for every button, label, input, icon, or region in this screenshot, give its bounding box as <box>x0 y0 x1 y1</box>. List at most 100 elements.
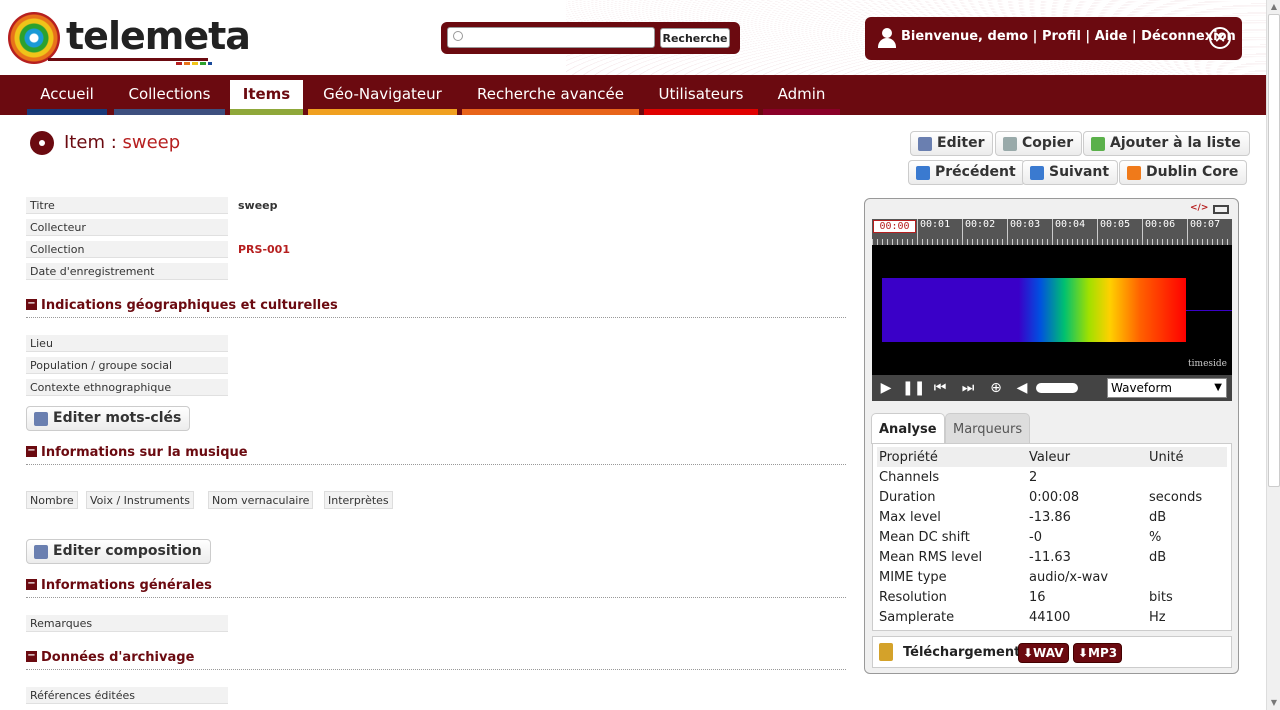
dublin-core-icon <box>1127 166 1141 180</box>
edit-icon <box>34 412 48 426</box>
logo[interactable]: telemeta <box>8 12 251 68</box>
forward-icon[interactable]: ⏭ <box>958 379 978 397</box>
user-box: Bienvenue, demo | Profil | Aide | Déconn… <box>865 17 1242 60</box>
scrollbar[interactable]: ▲ ▼ <box>1266 0 1280 710</box>
download-wav-button[interactable]: ⬇WAV <box>1018 643 1069 663</box>
table-row: Max level -13.86 dB <box>879 509 1167 525</box>
music-col-vernacular: Nom vernaculaire <box>208 491 314 509</box>
scroll-down-icon: ▼ <box>1270 698 1278 707</box>
view-select[interactable]: Waveform ▼ <box>1107 378 1227 398</box>
waveform-image <box>882 278 1186 342</box>
logo-disc-icon <box>8 12 60 64</box>
field-date-label: Date d'enregistrement <box>26 263 228 280</box>
header: telemeta Recherche Bienvenue, demo | Pro… <box>0 0 1266 75</box>
collapse-icon: − <box>26 445 37 457</box>
edit-composition-button[interactable]: Editer composition <box>26 539 211 564</box>
profile-link[interactable]: Profil <box>1042 29 1081 44</box>
nav-item-items[interactable]: Items <box>230 80 303 115</box>
table-row: Samplerate 44100 Hz <box>879 609 1166 625</box>
copy-button[interactable]: Copier <box>995 131 1083 156</box>
waveform-view[interactable]: timeside <box>872 245 1232 375</box>
nav-item-accueil[interactable]: Accueil <box>27 80 107 115</box>
page: telemeta Recherche Bienvenue, demo | Pro… <box>0 0 1280 710</box>
section-music[interactable]: − Informations sur la musique <box>26 445 846 465</box>
volume-slider[interactable] <box>1036 383 1078 393</box>
section-geo[interactable]: − Indications géographiques et culturelle… <box>26 298 846 318</box>
logo-text: telemeta <box>66 14 251 58</box>
nav-item-collections[interactable]: Collections <box>114 80 225 115</box>
dublin-core-button[interactable]: Dublin Core <box>1119 160 1248 185</box>
analysis-table: Propriété Valeur Unité Channels 2 Duration 0… <box>872 443 1232 631</box>
music-col-number: Nombre <box>26 491 78 509</box>
table-row: Mean DC shift -0% <box>879 529 1162 545</box>
scrollbar-thumb[interactable] <box>1268 14 1280 487</box>
music-col-performers: Interprètes <box>324 491 393 509</box>
scroll-up-icon: ▲ <box>1270 2 1278 11</box>
audio-player: </> 00:00 00:01 00:02 00:03 00:04 00:05 … <box>864 198 1239 674</box>
field-title-value: sweep <box>238 199 278 212</box>
collection-link[interactable]: PRS-001 <box>238 243 290 256</box>
table-row: Duration 0:00:08 seconds <box>879 489 1203 505</box>
collapse-icon: − <box>26 650 37 662</box>
close-icon[interactable]: × <box>1209 27 1231 49</box>
chevron-down-icon: ▼ <box>1214 382 1222 393</box>
next-button[interactable]: Suivant <box>1022 160 1119 185</box>
section-general[interactable]: − Informations générales <box>26 578 846 598</box>
collapse-icon: − <box>26 298 37 310</box>
table-row: Resolution 16 bits <box>879 589 1173 605</box>
nav-item-utilisateurs[interactable]: Utilisateurs <box>644 80 758 115</box>
user-links: Bienvenue, demo | Profil | Aide | Déconn… <box>901 29 1236 44</box>
play-icon[interactable]: ▶ <box>876 379 896 397</box>
arrow-right-icon <box>1030 166 1044 180</box>
welcome-link[interactable]: Bienvenue, demo <box>901 29 1028 44</box>
previous-button[interactable]: Précédent <box>908 160 1025 185</box>
tab-marqueurs[interactable]: Marqueurs <box>945 413 1031 443</box>
edit-button[interactable]: Editer <box>910 131 994 156</box>
table-row: Channels 2 <box>879 469 1038 485</box>
music-col-voices: Voix / Instruments <box>86 491 194 509</box>
col-header: Unité <box>1147 447 1227 467</box>
time-ruler[interactable]: 00:00 00:01 00:02 00:03 00:04 00:05 00:0… <box>872 219 1232 245</box>
current-time: 00:00 <box>873 220 916 233</box>
pause-icon[interactable]: ❚❚ <box>902 379 925 397</box>
field-refs-label: Références éditées <box>26 687 228 704</box>
field-title-label: Titre <box>26 197 228 214</box>
tab-analyse[interactable]: Analyse <box>871 413 945 444</box>
field-collector-label: Collecteur <box>26 219 228 236</box>
player-controls: ▶ ❚❚ ⏮ ⏭ ⊕ ◀ Waveform ▼ <box>872 375 1232 401</box>
rewind-icon[interactable]: ⏮ <box>930 379 950 397</box>
add-marker-icon[interactable]: ⊕ <box>986 379 1006 397</box>
field-remarks-label: Remarques <box>26 615 228 632</box>
collapse-icon: − <box>26 578 37 590</box>
section-archive[interactable]: − Données d'archivage <box>26 650 846 670</box>
arrow-left-icon <box>916 166 930 180</box>
field-context-label: Contexte ethnographique <box>26 379 228 396</box>
nav-item-recherche-avancee[interactable]: Recherche avancée <box>462 80 639 115</box>
search-box: Recherche <box>441 22 740 54</box>
col-header: Valeur <box>1027 447 1147 467</box>
download-label: Téléchargement: <box>903 645 1026 660</box>
main-content: Item : sweep Editer Copier Ajouter à la … <box>0 115 1266 710</box>
user-icon <box>877 28 897 48</box>
search-input[interactable] <box>447 27 655 48</box>
item-disc-icon <box>30 131 54 155</box>
search-button[interactable]: Recherche <box>660 28 730 48</box>
edit-keywords-button[interactable]: Editer mots-clés <box>26 406 191 431</box>
search-icon <box>453 31 463 41</box>
nav-item-admin[interactable]: Admin <box>763 80 840 115</box>
edit-icon <box>918 137 932 151</box>
table-row: MIME type audio/x-wav <box>879 569 1109 585</box>
help-link[interactable]: Aide <box>1095 29 1128 44</box>
copy-icon <box>1003 137 1017 151</box>
main-nav: Accueil Collections Items Géo-Navigateur… <box>0 75 1266 115</box>
embed-code-icon[interactable]: </> <box>1190 203 1208 213</box>
download-bar: Téléchargement: ⬇WAV ⬇MP3 <box>872 636 1232 668</box>
download-icon <box>879 643 893 661</box>
fullscreen-icon[interactable] <box>1213 205 1229 214</box>
download-mp3-button[interactable]: ⬇MP3 <box>1073 643 1123 663</box>
nav-item-geo-navigateur[interactable]: Géo-Navigateur <box>308 80 457 115</box>
field-collection-label: Collection <box>26 241 228 258</box>
volume-icon[interactable]: ◀ <box>1012 379 1032 397</box>
edit-icon <box>34 545 48 559</box>
add-to-list-button[interactable]: Ajouter à la liste <box>1083 131 1250 156</box>
